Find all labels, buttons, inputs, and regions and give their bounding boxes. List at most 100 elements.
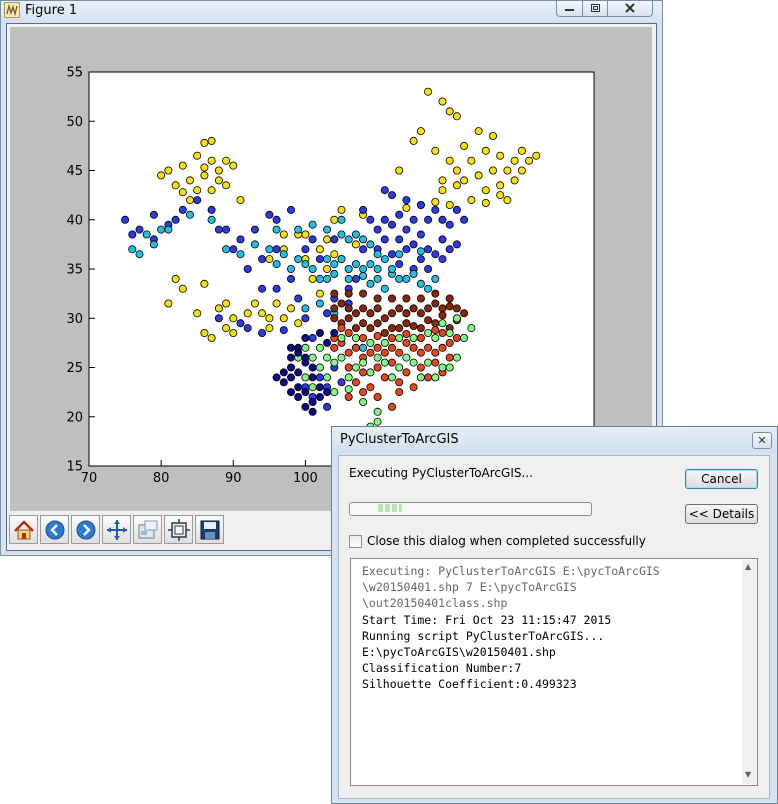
y-tick-label: 45	[66, 164, 83, 179]
matplotlib-icon	[4, 2, 20, 18]
maximize-button[interactable]	[582, 0, 608, 17]
y-tick-label: 40	[66, 213, 83, 228]
cancel-button[interactable]: Cancel	[685, 469, 758, 489]
scatter-point	[330, 328, 339, 337]
scatter-point	[301, 245, 310, 254]
scatter-point	[272, 373, 281, 382]
scatter-point	[387, 294, 396, 303]
scatter-point	[301, 260, 310, 269]
save-button[interactable]	[195, 515, 224, 544]
scatter-point	[128, 230, 137, 239]
figure-titlebar[interactable]: Figure 1	[1, 0, 662, 21]
scatter-point	[229, 314, 238, 323]
scatter-point	[171, 181, 180, 190]
scatter-point	[258, 309, 267, 318]
scatter-point	[373, 304, 382, 313]
scatter-point	[510, 176, 519, 185]
scatter-point	[445, 338, 454, 347]
back-button[interactable]	[40, 515, 69, 544]
scatter-point	[323, 388, 332, 397]
scatter-point	[359, 333, 368, 342]
scatter-point	[200, 138, 209, 147]
scatter-point	[366, 348, 375, 357]
forward-button[interactable]	[71, 515, 100, 544]
scatter-point	[279, 230, 288, 239]
scatter-point	[532, 151, 541, 160]
close-when-done-label[interactable]: Close this dialog when completed success…	[367, 534, 646, 548]
scatter-point	[323, 264, 332, 273]
scatter-point	[323, 338, 332, 347]
scatter-point	[323, 402, 332, 411]
zoom-button[interactable]	[133, 515, 162, 544]
scatter-point	[337, 333, 346, 342]
scatter-point	[323, 225, 332, 234]
home-button[interactable]	[9, 515, 38, 544]
close-icon	[625, 3, 635, 13]
scatter-point	[135, 225, 144, 234]
scatter-point	[402, 309, 411, 318]
scatter-point	[431, 348, 440, 357]
scatter-point	[424, 264, 433, 273]
scatter-point	[351, 363, 360, 372]
close-when-done-checkbox[interactable]	[349, 535, 362, 548]
dialog-close-button[interactable]: ✕	[752, 432, 772, 449]
scatter-point	[157, 171, 166, 180]
scatter-point	[214, 225, 223, 234]
scatter-point	[222, 324, 231, 333]
dialog-titlebar[interactable]: PyClusterToArcGIS ✕	[332, 427, 777, 453]
scatter-point	[373, 264, 382, 273]
scatter-point	[496, 191, 505, 200]
scatter-point	[438, 343, 447, 352]
details-button[interactable]: << Details	[685, 504, 758, 524]
scatter-point	[402, 225, 411, 234]
scatter-point	[323, 353, 332, 362]
scatter-point	[438, 311, 447, 320]
scatter-point	[337, 378, 346, 387]
scatter-point	[424, 316, 433, 325]
scatter-point	[416, 294, 425, 303]
scatter-point	[200, 163, 209, 172]
scatter-point	[272, 225, 281, 234]
log-line: Running script PyClusterToArcGIS...	[362, 628, 605, 643]
scatter-point	[452, 205, 461, 214]
scroll-up-icon[interactable]: ▲	[745, 562, 751, 571]
scatter-point	[344, 274, 353, 283]
scatter-point	[121, 215, 130, 224]
scatter-point	[424, 328, 433, 337]
scatter-point	[344, 385, 353, 394]
minimize-button[interactable]	[556, 0, 583, 17]
scatter-point	[452, 314, 461, 323]
scatter-point	[467, 324, 476, 333]
scatter-point	[149, 210, 158, 219]
scatter-point	[214, 314, 223, 323]
scatter-point	[359, 368, 368, 377]
scroll-down-icon[interactable]: ▼	[745, 770, 751, 779]
scatter-point	[344, 264, 353, 273]
log-scrollbar[interactable]: ▲ ▼	[742, 560, 757, 784]
scatter-point	[445, 107, 454, 116]
scatter-point	[337, 205, 346, 214]
pan-button[interactable]	[102, 515, 131, 544]
scatter-point	[315, 343, 324, 352]
scatter-point	[445, 353, 454, 362]
scatter-point	[178, 161, 187, 170]
scatter-point	[272, 245, 281, 254]
scatter-point	[308, 235, 317, 244]
scatter-point	[366, 338, 375, 347]
scatter-point	[380, 338, 389, 347]
scatter-point	[359, 205, 368, 214]
scatter-point	[409, 136, 418, 145]
dialog-title: PyClusterToArcGIS	[340, 432, 459, 447]
close-button[interactable]	[607, 0, 653, 17]
scatter-point	[510, 156, 519, 165]
scatter-point	[315, 299, 324, 308]
scatter-point	[308, 264, 317, 273]
scatter-point	[214, 166, 223, 175]
scatter-point	[301, 343, 310, 352]
scatter-point	[438, 319, 447, 328]
x-tick-label: 70	[81, 471, 98, 486]
subplots-button[interactable]	[164, 515, 193, 544]
scatter-point	[402, 338, 411, 347]
scatter-point	[178, 188, 187, 197]
scatter-point	[258, 255, 267, 264]
